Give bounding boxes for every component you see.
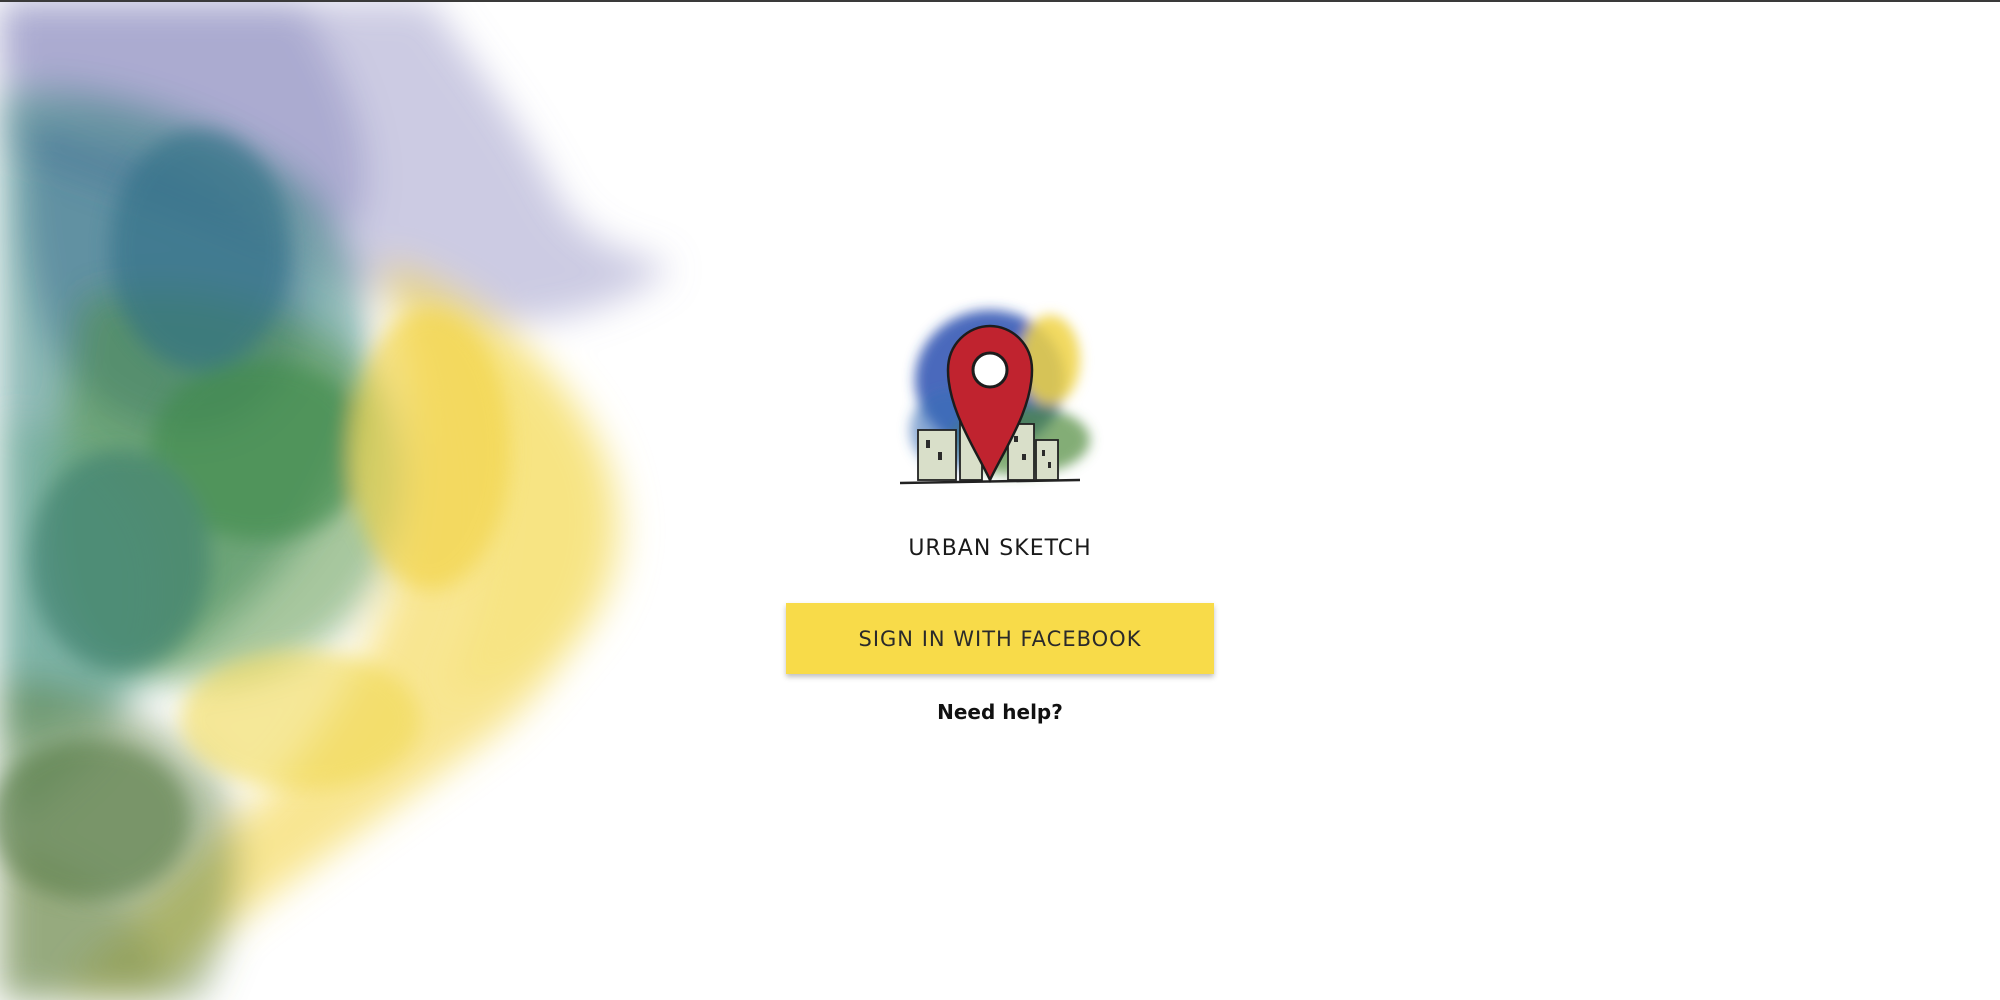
need-help-link[interactable]: Need help? [786, 700, 1214, 724]
window-top-border [0, 0, 2000, 2]
watercolor-background-illustration [0, 0, 670, 1000]
login-page: URBAN SKETCH SIGN IN WITH FACEBOOK Need … [0, 0, 2000, 1000]
sign-in-with-facebook-button[interactable]: SIGN IN WITH FACEBOOK [786, 603, 1214, 674]
login-panel: URBAN SKETCH SIGN IN WITH FACEBOOK Need … [786, 290, 1214, 740]
app-title: URBAN SKETCH [908, 536, 1092, 561]
map-pin-city-icon [899, 310, 1090, 485]
